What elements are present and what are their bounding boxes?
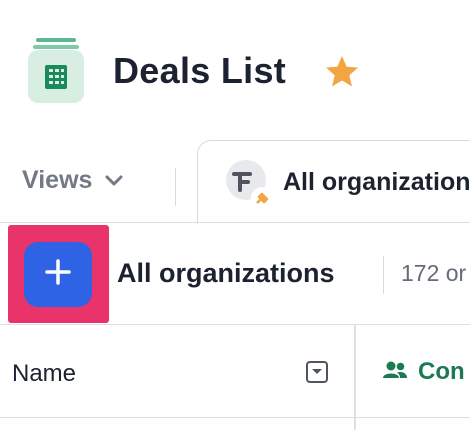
list-title: All organizations — [117, 258, 335, 288]
column-divider[interactable] — [354, 325, 356, 430]
divider — [0, 417, 470, 418]
views-label: Views — [22, 166, 93, 194]
page-title: Deals List — [113, 50, 287, 91]
pinned-view-icon — [226, 160, 274, 210]
divider — [175, 168, 176, 206]
app-icon-stack-line — [36, 38, 76, 42]
divider — [383, 256, 384, 294]
views-dropdown[interactable]: Views — [22, 166, 124, 195]
tab-label: All organizations — [283, 168, 470, 196]
people-icon — [382, 360, 408, 385]
chevron-down-icon — [104, 166, 124, 195]
column-menu-icon[interactable] — [306, 361, 328, 383]
column-header-name[interactable]: Name — [12, 360, 76, 388]
plus-icon — [43, 257, 73, 292]
building-icon — [28, 50, 84, 103]
app-icon — [28, 38, 84, 104]
column-header-contacts[interactable]: Con — [382, 358, 465, 386]
app-icon-stack-line — [33, 45, 79, 49]
add-button[interactable] — [24, 242, 92, 307]
divider — [0, 222, 470, 223]
divider — [0, 324, 470, 325]
star-icon[interactable] — [324, 54, 360, 90]
column-header-label: Con — [418, 358, 465, 385]
record-count: 172 or — [401, 260, 467, 286]
